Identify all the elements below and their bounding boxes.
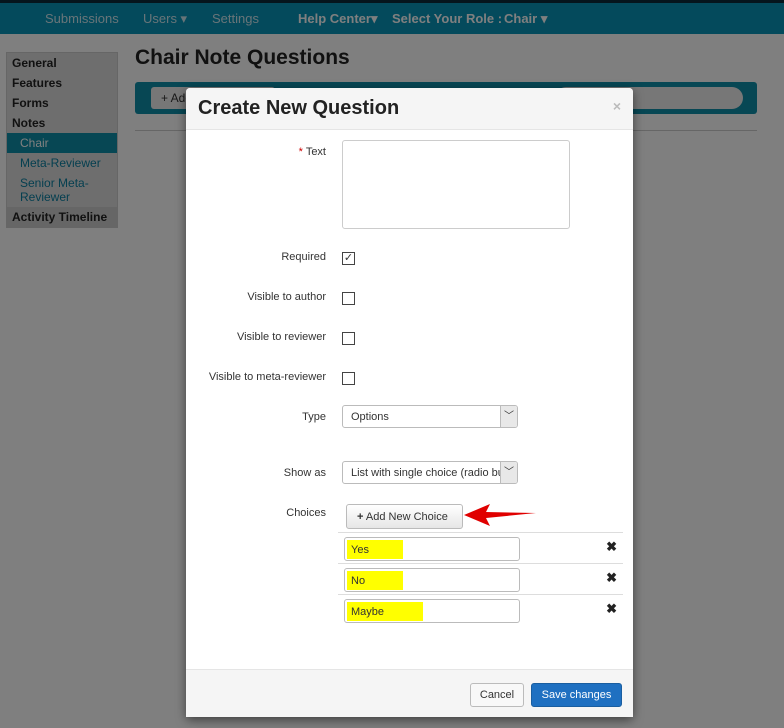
modal-title: Create New Question bbox=[198, 97, 400, 119]
choice-text: Maybe bbox=[347, 602, 423, 621]
remove-choice-icon[interactable]: ✖ bbox=[606, 601, 617, 617]
type-select[interactable]: Options ﹀ bbox=[342, 405, 518, 428]
create-question-modal: Create New Question × * Text Required ✓ … bbox=[186, 88, 633, 717]
show-as-label: Show as bbox=[283, 467, 326, 479]
choices-label: Choices bbox=[286, 507, 326, 519]
remove-choice-icon[interactable]: ✖ bbox=[606, 570, 617, 586]
visible-author-checkbox[interactable] bbox=[342, 292, 355, 305]
choice-text: No bbox=[347, 571, 403, 590]
visible-reviewer-checkbox[interactable] bbox=[342, 332, 355, 345]
required-checkbox[interactable]: ✓ bbox=[342, 252, 355, 265]
text-label: * Text bbox=[299, 146, 326, 158]
red-arrow-annotation bbox=[464, 504, 536, 526]
type-value: Options bbox=[351, 411, 389, 423]
modal-header: Create New Question bbox=[186, 88, 633, 130]
choice-input[interactable]: No bbox=[344, 568, 520, 592]
cancel-button[interactable]: Cancel bbox=[470, 683, 524, 707]
plus-icon: + bbox=[357, 511, 364, 523]
visible-reviewer-label: Visible to reviewer bbox=[236, 331, 326, 343]
remove-choice-icon[interactable]: ✖ bbox=[606, 539, 617, 555]
show-as-select[interactable]: List with single choice (radio buttons) ﹀ bbox=[342, 461, 518, 484]
text-textarea[interactable] bbox=[342, 140, 570, 229]
add-new-choice-button[interactable]: + Add New Choice bbox=[346, 504, 463, 529]
add-choice-label: Add New Choice bbox=[365, 511, 448, 523]
show-as-value: List with single choice (radio buttons) bbox=[351, 467, 518, 479]
chevron-down-icon: ﹀ bbox=[500, 406, 517, 427]
chevron-down-icon: ﹀ bbox=[500, 462, 517, 483]
visible-meta-reviewer-label: Visible to meta-reviewer bbox=[208, 371, 326, 383]
required-mark: * bbox=[298, 146, 303, 158]
choice-input[interactable]: Yes bbox=[344, 537, 520, 561]
choice-text: Yes bbox=[347, 540, 403, 559]
visible-meta-reviewer-checkbox[interactable] bbox=[342, 372, 355, 385]
type-label: Type bbox=[302, 411, 326, 423]
visible-author-label: Visible to author bbox=[247, 291, 326, 303]
close-icon[interactable]: × bbox=[613, 98, 621, 114]
choice-row: Maybe ✖ bbox=[338, 594, 623, 625]
choice-input[interactable]: Maybe bbox=[344, 599, 520, 623]
required-label: Required bbox=[281, 251, 326, 263]
save-changes-button[interactable]: Save changes bbox=[531, 683, 622, 707]
choice-row: No ✖ bbox=[338, 563, 623, 594]
choice-row: Yes ✖ bbox=[338, 532, 623, 563]
text-label-text: Text bbox=[305, 146, 326, 158]
modal-footer: Cancel Save changes bbox=[186, 669, 633, 717]
